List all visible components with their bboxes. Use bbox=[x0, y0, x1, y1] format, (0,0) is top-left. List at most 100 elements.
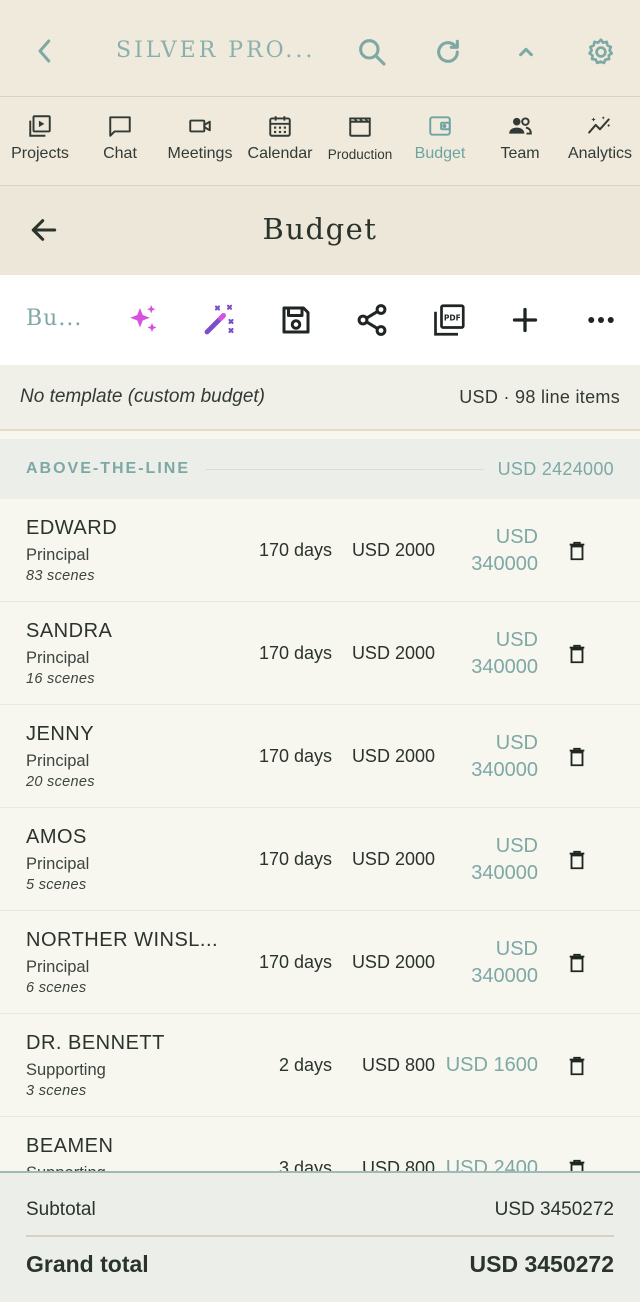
line-item-list[interactable]: EDWARD Principal 83 scenes 170 days USD … bbox=[0, 499, 640, 1171]
line-item-total: USD 2400 bbox=[445, 1157, 538, 1171]
line-item-scenes: 6 scenes bbox=[26, 980, 87, 996]
line-item-total: USD 340000 bbox=[438, 833, 538, 887]
line-item-days[interactable]: 3 days bbox=[279, 1158, 332, 1171]
line-item-role: Principal bbox=[26, 855, 90, 873]
more-horizontal-icon bbox=[588, 317, 614, 323]
clapperboard-icon bbox=[349, 117, 371, 137]
line-item-total: USD 340000 bbox=[438, 627, 538, 681]
save-icon bbox=[282, 306, 310, 334]
more-options-button[interactable] bbox=[582, 301, 620, 339]
trash-icon[interactable] bbox=[566, 745, 588, 769]
search-icon[interactable] bbox=[356, 36, 388, 68]
trash-icon[interactable] bbox=[566, 848, 588, 872]
nav-item-analytics[interactable]: Analytics bbox=[560, 97, 640, 185]
trash-icon[interactable] bbox=[566, 539, 588, 563]
back-arrow-icon[interactable] bbox=[30, 36, 60, 66]
line-item-row[interactable]: NORTHER WINSL... Principal 6 scenes 170 … bbox=[0, 911, 640, 1014]
trash-icon[interactable] bbox=[566, 951, 588, 975]
nav-item-calendar[interactable]: Calendar bbox=[240, 97, 320, 185]
total-currency: USD bbox=[495, 526, 538, 548]
nav-item-production[interactable]: Production bbox=[320, 97, 400, 185]
refresh-icon[interactable] bbox=[432, 36, 464, 68]
nav-item-budget[interactable]: Budget bbox=[400, 97, 480, 185]
wallet-icon bbox=[429, 116, 451, 136]
ai-sparkle-button[interactable] bbox=[124, 301, 162, 339]
line-item-total: USD 1600 bbox=[445, 1054, 538, 1076]
line-item-days[interactable]: 170 days bbox=[259, 540, 332, 561]
footer-divider bbox=[26, 1235, 614, 1237]
total-currency: USD bbox=[495, 938, 538, 960]
svg-text:PDF: PDF bbox=[444, 313, 461, 322]
line-item-days[interactable]: 170 days bbox=[259, 849, 332, 870]
line-item-days[interactable]: 170 days bbox=[259, 952, 332, 973]
add-line-item-button[interactable] bbox=[506, 301, 544, 339]
trash-icon[interactable] bbox=[566, 1157, 588, 1171]
grand-total-value: USD 3450272 bbox=[469, 1251, 615, 1277]
line-item-total: USD 340000 bbox=[438, 730, 538, 784]
line-item-name: JENNY bbox=[26, 723, 95, 745]
line-item-row[interactable]: BEAMEN Supporting 3 days USD 800 USD 240… bbox=[0, 1117, 640, 1171]
total-amount: 340000 bbox=[471, 656, 538, 678]
chevron-up-icon[interactable] bbox=[510, 36, 542, 68]
share-button[interactable] bbox=[353, 301, 391, 339]
line-item-scenes: 3 scenes bbox=[26, 1083, 87, 1099]
section-name: ABOVE-THE-LINE bbox=[26, 460, 190, 477]
nav-label: Team bbox=[500, 145, 540, 162]
magic-wand-button[interactable] bbox=[200, 301, 238, 339]
line-item-scenes: 16 scenes bbox=[26, 671, 95, 687]
line-item-row[interactable]: JENNY Principal 20 scenes 170 days USD 2… bbox=[0, 705, 640, 808]
page-header: Budget bbox=[0, 186, 640, 275]
nav-item-projects[interactable]: Projects bbox=[0, 97, 80, 185]
save-button[interactable] bbox=[277, 301, 315, 339]
grand-total-row: Grand total USD 3450272 bbox=[26, 1251, 614, 1278]
template-info-bar: No template (custom budget) USD · 98 lin… bbox=[0, 365, 640, 431]
totals-footer: Subtotal USD 3450272 Grand total USD 345… bbox=[0, 1171, 640, 1302]
line-item-total: USD 340000 bbox=[438, 936, 538, 990]
trash-icon[interactable] bbox=[566, 1054, 588, 1078]
line-item-name: EDWARD bbox=[26, 517, 118, 539]
nav-label: Meetings bbox=[167, 145, 233, 162]
analytics-icon bbox=[588, 116, 611, 134]
trash-icon[interactable] bbox=[566, 642, 588, 666]
nav-label: Analytics bbox=[567, 145, 633, 162]
total-amount: 340000 bbox=[471, 965, 538, 987]
nav-label: Chat bbox=[103, 145, 137, 162]
pdf-icon: PDF bbox=[434, 304, 465, 336]
nav-item-team[interactable]: Team bbox=[480, 97, 560, 185]
export-pdf-button[interactable]: PDF bbox=[430, 301, 468, 339]
subtotal-label: Subtotal bbox=[26, 1199, 96, 1220]
line-item-role: Principal bbox=[26, 958, 90, 976]
line-item-row[interactable]: AMOS Principal 5 scenes 170 days USD 200… bbox=[0, 808, 640, 911]
section-total: USD 2424000 bbox=[497, 458, 614, 479]
app-bar: SILVER PRO... bbox=[0, 0, 640, 97]
subtotal-row: Subtotal USD 3450272 bbox=[26, 1199, 614, 1221]
line-item-days[interactable]: 170 days bbox=[259, 643, 332, 664]
subtotal-value: USD 3450272 bbox=[494, 1199, 614, 1220]
line-item-role: Principal bbox=[26, 546, 90, 564]
line-item-rate[interactable]: USD 2000 bbox=[352, 746, 435, 767]
budget-name-label[interactable]: Bu... bbox=[26, 306, 82, 331]
project-title: SILVER PRO... bbox=[116, 38, 316, 63]
nav-item-meetings[interactable]: Meetings bbox=[160, 97, 240, 185]
total-currency: USD bbox=[495, 629, 538, 651]
line-item-role: Principal bbox=[26, 752, 90, 770]
line-item-row[interactable]: EDWARD Principal 83 scenes 170 days USD … bbox=[0, 499, 640, 602]
nav-item-chat[interactable]: Chat bbox=[80, 97, 160, 185]
gear-icon[interactable] bbox=[585, 36, 617, 68]
line-item-days[interactable]: 170 days bbox=[259, 746, 332, 767]
line-item-rate[interactable]: USD 2000 bbox=[352, 540, 435, 561]
line-item-row[interactable]: DR. BENNETT Supporting 3 scenes 2 days U… bbox=[0, 1014, 640, 1117]
line-item-name: SANDRA bbox=[26, 620, 113, 642]
template-name[interactable]: No template (custom budget) bbox=[20, 386, 265, 408]
line-item-days[interactable]: 2 days bbox=[279, 1055, 332, 1076]
line-item-rate[interactable]: USD 2000 bbox=[352, 643, 435, 664]
line-item-row[interactable]: SANDRA Principal 16 scenes 170 days USD … bbox=[0, 602, 640, 705]
section-header[interactable]: ABOVE-THE-LINE USD 2424000 bbox=[0, 439, 640, 499]
line-item-role: Supporting bbox=[26, 1164, 106, 1171]
total-amount: 340000 bbox=[471, 759, 538, 781]
line-item-rate[interactable]: USD 2000 bbox=[352, 952, 435, 973]
nav-label: Production bbox=[327, 147, 393, 162]
line-item-rate[interactable]: USD 2000 bbox=[352, 849, 435, 870]
calendar-icon bbox=[269, 116, 291, 137]
line-item-name: BEAMEN bbox=[26, 1135, 114, 1157]
